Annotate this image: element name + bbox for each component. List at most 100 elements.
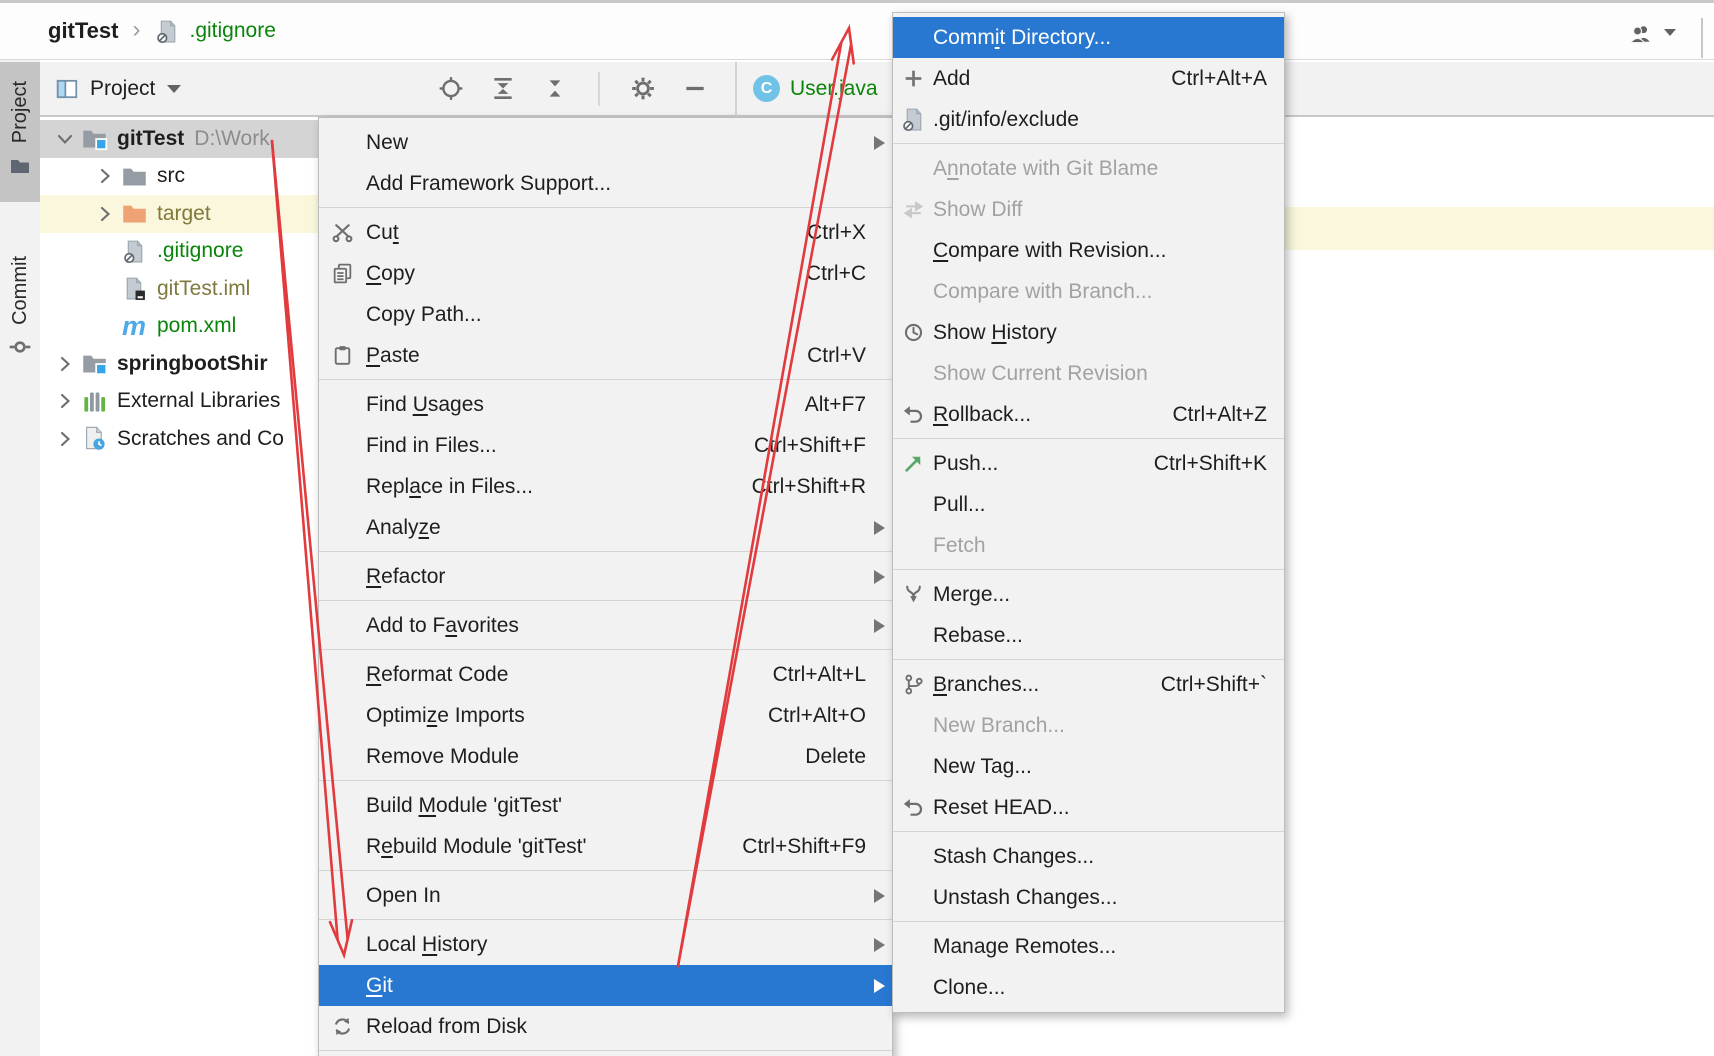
diff-icon <box>893 198 933 221</box>
menu-item-compare-with-revision[interactable]: Compare with Revision... <box>893 230 1284 271</box>
menu-item-shortcut: Ctrl+X <box>779 221 866 245</box>
chevron-right-icon[interactable] <box>92 164 118 188</box>
menu-item-show-diff[interactable]: Show Diff <box>893 189 1284 230</box>
tool-tab-commit[interactable]: Commit <box>0 210 40 410</box>
menu-item-label: Add <box>933 67 970 91</box>
chevron-right-icon[interactable] <box>52 352 78 376</box>
menu-item-label: Fetch <box>933 534 986 558</box>
breadcrumb-bar: gitTest › .gitignore <box>0 0 1714 60</box>
menu-item-rebuild-module-gittest[interactable]: Rebuild Module 'gitTest'Ctrl+Shift+F9 <box>319 826 892 867</box>
project-view-caret-icon[interactable] <box>167 85 181 93</box>
menu-item-merge[interactable]: Merge... <box>893 574 1284 615</box>
menu-separator <box>893 918 1284 926</box>
menu-item-pull[interactable]: Pull... <box>893 484 1284 525</box>
menu-item-compare-with-branch[interactable]: Compare with Branch... <box>893 271 1284 312</box>
tree-item-label: .gitignore <box>157 239 243 263</box>
menu-item-show-current-revision[interactable]: Show Current Revision <box>893 353 1284 394</box>
menu-item-new-tag[interactable]: New Tag... <box>893 746 1284 787</box>
window-edge-divider <box>1701 18 1703 58</box>
menu-item-label: Analyze <box>366 516 441 540</box>
menu-item-copy-path[interactable]: Copy Path... <box>319 294 892 335</box>
menu-item-label: Build Module 'gitTest' <box>366 794 562 818</box>
menu-item-show-history[interactable]: Show History <box>893 312 1284 353</box>
breadcrumb-file[interactable]: .gitignore <box>189 19 275 43</box>
menu-item-paste[interactable]: PasteCtrl+V <box>319 335 892 376</box>
undo-icon <box>893 796 933 819</box>
git-submenu: Commit Directory...AddCtrl+Alt+A.git/inf… <box>892 12 1285 1013</box>
menu-item-label: Reset HEAD... <box>933 796 1070 820</box>
menu-item-add-to-favorites[interactable]: Add to Favorites <box>319 605 892 646</box>
project-panel-title[interactable]: Project <box>90 77 155 101</box>
menu-item-reset-head[interactable]: Reset HEAD... <box>893 787 1284 828</box>
menu-item-reformat-code[interactable]: Reformat CodeCtrl+Alt+L <box>319 654 892 695</box>
expand-all-icon[interactable] <box>542 76 568 102</box>
menu-item-branches[interactable]: Branches...Ctrl+Shift+` <box>893 664 1284 705</box>
menu-item-rebase[interactable]: Rebase... <box>893 615 1284 656</box>
hide-panel-icon[interactable] <box>682 76 708 102</box>
menu-item-annotate-with-git-blame[interactable]: Annotate with Git Blame <box>893 148 1284 189</box>
menu-item-local-history[interactable]: Local History <box>319 924 892 965</box>
menu-item-label: Branches... <box>933 673 1039 697</box>
tool-tab-project[interactable]: Project <box>0 62 40 202</box>
menu-item-add-framework-support[interactable]: Add Framework Support... <box>319 163 892 204</box>
menu-item-find-usages[interactable]: Find UsagesAlt+F7 <box>319 384 892 425</box>
project-view-icon[interactable] <box>54 76 80 102</box>
refresh-icon <box>319 1015 366 1038</box>
tool-window-stripe: Project Commit <box>0 60 40 1056</box>
menu-item-label: Rebuild Module 'gitTest' <box>366 835 586 859</box>
plus-icon <box>893 67 933 90</box>
menu-item-copy[interactable]: CopyCtrl+C <box>319 253 892 294</box>
menu-item-shortcut: Ctrl+Alt+Z <box>1144 403 1267 427</box>
menu-item-new[interactable]: New <box>319 122 892 163</box>
menu-item-clone[interactable]: Clone... <box>893 967 1284 1008</box>
menu-item-rollback[interactable]: Rollback...Ctrl+Alt+Z <box>893 394 1284 435</box>
menu-item-label: Refactor <box>366 565 445 589</box>
dropdown-arrow-icon[interactable] <box>1662 25 1678 43</box>
menu-item-open-in[interactable]: Open In <box>319 875 892 916</box>
menu-separator <box>319 916 892 924</box>
menu-item-refactor[interactable]: Refactor <box>319 556 892 597</box>
menu-item-fetch[interactable]: Fetch <box>893 525 1284 566</box>
menu-item-new-branch[interactable]: New Branch... <box>893 705 1284 746</box>
context-menu: NewAdd Framework Support... Cut Ctrl+X Copy… <box>318 117 893 1056</box>
menu-item-build-module-gittest[interactable]: Build Module 'gitTest' <box>319 785 892 826</box>
collapse-all-icon[interactable] <box>490 76 516 102</box>
tool-tab-project-label: Project <box>9 81 32 143</box>
maven-icon: m <box>119 312 149 340</box>
chevron-spacer <box>92 277 118 301</box>
menu-item-stash-changes[interactable]: Stash Changes... <box>893 836 1284 877</box>
menu-item-commit-directory[interactable]: Commit Directory... <box>893 17 1284 58</box>
chevron-right-icon[interactable] <box>52 427 78 451</box>
menu-item-remove-module[interactable]: Remove ModuleDelete <box>319 736 892 777</box>
users-icon[interactable] <box>1628 21 1654 47</box>
copy-icon <box>319 262 366 285</box>
menu-item-shortcut: Ctrl+V <box>779 344 866 368</box>
menu-item-find-in-files[interactable]: Find in Files...Ctrl+Shift+F <box>319 425 892 466</box>
breadcrumb-project[interactable]: gitTest <box>48 18 118 44</box>
settings-gear-icon[interactable] <box>630 76 656 102</box>
menu-separator <box>319 867 892 875</box>
menu-item-cut[interactable]: Cut Ctrl+X <box>319 212 892 253</box>
locate-icon[interactable] <box>438 76 464 102</box>
menu-item-label: Annotate with Git Blame <box>933 157 1158 181</box>
file-ignore-icon <box>893 107 933 132</box>
chevron-down-icon[interactable] <box>52 127 78 151</box>
menu-item-optimize-imports[interactable]: Optimize ImportsCtrl+Alt+O <box>319 695 892 736</box>
menu-item-git[interactable]: Git <box>319 965 892 1006</box>
menu-item-shortcut: Ctrl+C <box>778 262 866 286</box>
menu-item-manage-remotes[interactable]: Manage Remotes... <box>893 926 1284 967</box>
menu-item-replace-in-files[interactable]: Replace in Files...Ctrl+Shift+R <box>319 466 892 507</box>
editor-tab-user-java[interactable]: C User.java <box>737 62 894 115</box>
menu-item-git-info-exclude[interactable]: .git/info/exclude <box>893 99 1284 140</box>
chevron-right-icon[interactable] <box>52 389 78 413</box>
menu-item-push[interactable]: Push...Ctrl+Shift+K <box>893 443 1284 484</box>
menu-item-add[interactable]: AddCtrl+Alt+A <box>893 58 1284 99</box>
menu-item-unstash-changes[interactable]: Unstash Changes... <box>893 877 1284 918</box>
menu-separator <box>319 777 892 785</box>
menu-item-label: Cut <box>366 221 399 245</box>
menu-item-analyze[interactable]: Analyze <box>319 507 892 548</box>
chevron-right-icon[interactable] <box>92 202 118 226</box>
merge-icon <box>893 583 933 606</box>
menu-item-reload-from-disk[interactable]: Reload from Disk <box>319 1006 892 1047</box>
submenu-arrow-icon <box>866 938 892 952</box>
